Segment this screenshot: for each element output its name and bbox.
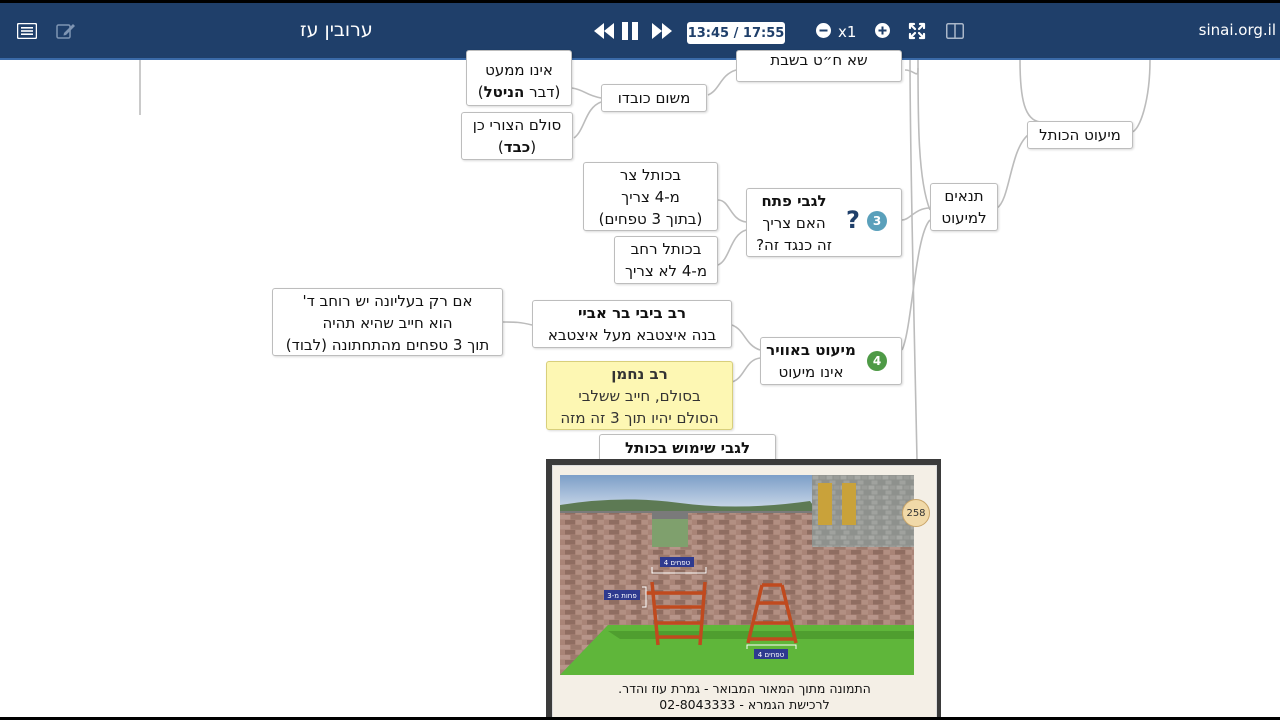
playback-speed[interactable]: x1 <box>838 23 856 41</box>
fullscreen-icon[interactable] <box>906 3 928 58</box>
number-4-icon: 4 <box>867 351 887 371</box>
node-title: לגבי שימוש בכותל <box>624 439 751 457</box>
node-shebat-partial[interactable]: שא ח״ט בשבת <box>736 50 902 82</box>
node-sulam-tzuri[interactable]: סולם הצורי כן (כבד) <box>461 112 573 160</box>
node-text: (דבר <box>524 83 561 101</box>
node-text: תנאים <box>944 187 984 205</box>
node-text: זה כנגד זה? <box>756 236 832 254</box>
node-text: שא ח״ט בשבת <box>770 51 868 69</box>
node-text-line: (דבר הניטל) <box>467 81 571 103</box>
node-text: מ-4 לא צריך <box>624 262 708 280</box>
node-text: הסולם יהיו תוך 3 זה מזה <box>560 409 719 427</box>
mindmap-canvas: שא ח״ט בשבת אינו ממעט (דבר הניטל) משום כ… <box>0 50 1280 717</box>
node-text: למיעוט <box>941 209 987 227</box>
rewind-icon[interactable] <box>593 3 615 58</box>
node-text: אם רק בעליונה יש רוחב ד' <box>302 292 473 310</box>
node-rav-bibi[interactable]: רב ביבי בר אביי בנה איצטבא מעל איצטבא <box>532 300 732 348</box>
node-text: אינו מיעוט <box>778 363 844 381</box>
fast-forward-icon[interactable] <box>651 3 673 58</box>
node-tnaim-lemiut[interactable]: תנאים למיעוט <box>930 183 998 231</box>
node-text: בכותל צר <box>619 166 682 184</box>
number-3-icon: 3 <box>867 211 887 231</box>
node-kotel-tzar[interactable]: בכותל צר מ-4 צריך (בתוך 3 טפחים) <box>583 162 718 231</box>
illustration-popup[interactable]: 4 טפחים פחות מ-3 4 טפחים 258 התמונה מתוך… <box>546 459 941 717</box>
node-text: סולם הצורי כן <box>472 116 562 134</box>
node-text: מיעוט הכותל <box>1039 126 1121 144</box>
lesson-title: ערובין עז <box>300 19 373 41</box>
page-number-badge: 258 <box>902 499 930 527</box>
caption-line: לרכישת הגמרא - 02-8043333 <box>659 697 830 712</box>
node-rav-nachman[interactable]: רב נחמן בסולם, חייב ששלבי הסולם יהיו תוך… <box>546 361 733 430</box>
measure-text-left: פחות מ-3 <box>607 592 636 600</box>
node-text: האם צריך <box>762 214 826 232</box>
node-text: אינו ממעט <box>485 61 553 79</box>
node-text: בסולם, חייב ששלבי <box>578 387 701 405</box>
node-text: הוא חייב שהיא תהיה <box>322 314 453 332</box>
time-display: 13:45 / 17:55 <box>687 22 785 44</box>
split-view-icon[interactable] <box>944 3 966 58</box>
measure-text-top: 4 טפחים <box>664 559 691 567</box>
node-text: ( <box>530 138 537 156</box>
node-mishum-kavod[interactable]: משום כובדו <box>601 84 707 112</box>
measure-text-bottom: 4 טפחים <box>758 651 785 659</box>
node-aliyona[interactable]: אם רק בעליונה יש רוחב ד' הוא חייב שהיא ת… <box>272 288 503 356</box>
node-text: בכותל רחב <box>630 240 702 258</box>
node-text: מ-4 צריך <box>621 188 680 206</box>
list-icon[interactable] <box>14 3 40 58</box>
site-link[interactable]: sinai.org.il <box>1199 21 1276 39</box>
edit-icon[interactable] <box>54 3 78 58</box>
app-window: ערובין עז 13:45 / 17:55 x1 sinai.org.il <box>0 3 1280 717</box>
node-title: רב ביבי בר אביי <box>577 304 687 322</box>
node-title: רב נחמן <box>611 365 668 383</box>
node-text: כבד <box>503 138 531 156</box>
node-text: משום כובדו <box>617 89 691 107</box>
illustration-image: 4 טפחים פחות מ-3 4 טפחים <box>560 475 914 675</box>
node-text: הניטל <box>483 83 525 101</box>
node-text: (בתוך 3 טפחים) <box>598 210 703 228</box>
node-kotel-rachav[interactable]: בכותל רחב מ-4 לא צריך <box>614 236 718 284</box>
node-title: מיעוט באוויר <box>766 341 856 359</box>
node-eino-memaet[interactable]: אינו ממעט (דבר הניטל) <box>466 50 572 106</box>
illustration-caption: התמונה מתוך המאור המבואר - גמרת עוז והדר… <box>561 681 928 713</box>
illustration-card: 4 טפחים פחות מ-3 4 טפחים 258 התמונה מתוך… <box>552 465 937 717</box>
node-text: בנה איצטבא מעל איצטבא <box>547 326 717 344</box>
caption-line: התמונה מתוך המאור המבואר - גמרת עוז והדר… <box>618 681 871 696</box>
node-text-line: (כבד) <box>462 136 572 158</box>
node-title: לגבי פתח <box>761 192 827 210</box>
toolbar: ערובין עז 13:45 / 17:55 x1 sinai.org.il <box>0 3 1280 60</box>
node-miut-hakotel[interactable]: מיעוט הכותל <box>1027 121 1133 149</box>
pause-icon[interactable] <box>620 3 640 58</box>
question-mark-icon: ? <box>846 206 860 234</box>
node-text: תוך 3 טפחים מהתחתונה (לבוד) <box>285 336 490 354</box>
